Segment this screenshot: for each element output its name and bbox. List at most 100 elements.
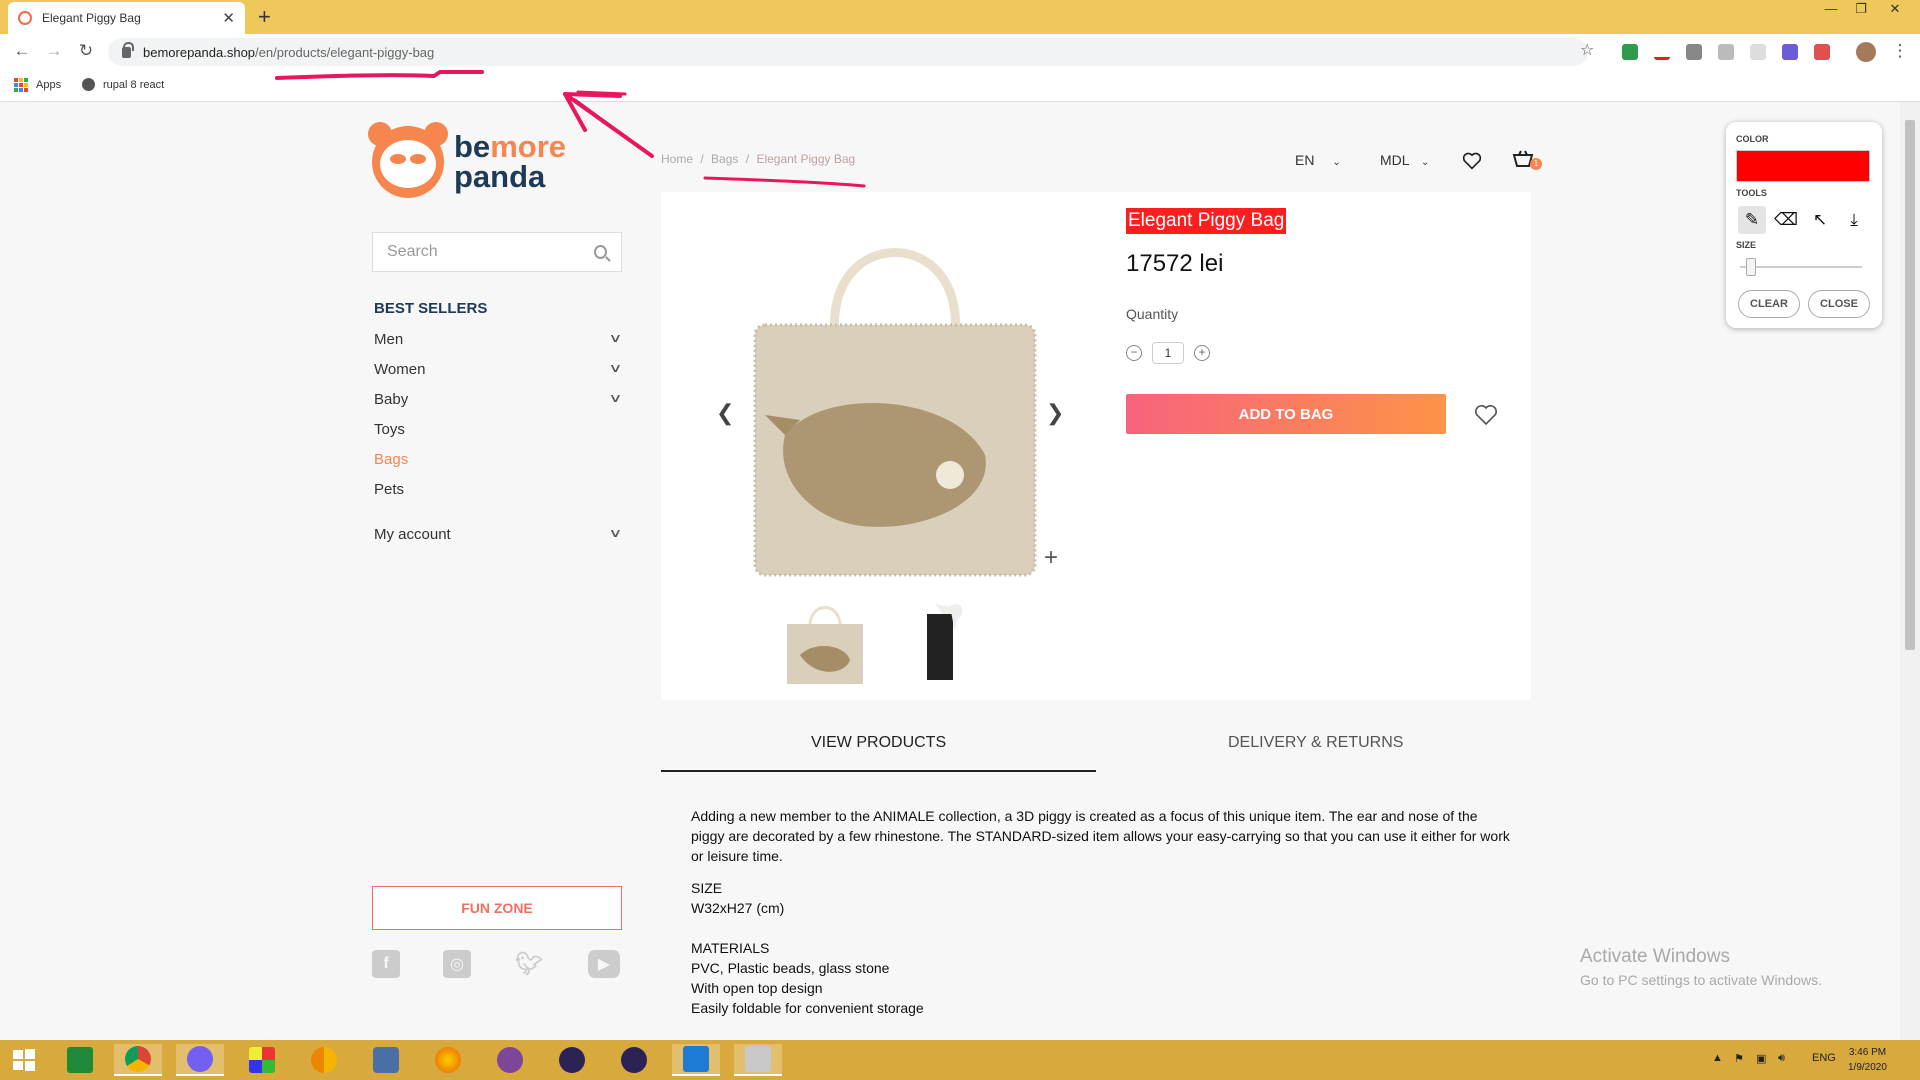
cart-icon[interactable]: 1 (1512, 150, 1542, 170)
best-sellers-heading: BEST SELLERS (374, 300, 488, 317)
globe-icon (82, 78, 95, 91)
eclipse-icon[interactable] (610, 1044, 658, 1076)
chevron-down-icon[interactable]: ∨ (609, 331, 623, 348)
firefox-icon[interactable] (424, 1044, 472, 1076)
sidebar-item-bags[interactable]: Bags (374, 451, 620, 468)
color-label: COLOR (1736, 134, 1769, 144)
sidebar-item-women[interactable]: Women ∨ (374, 361, 623, 378)
thumbnail-2[interactable] (905, 600, 985, 684)
profile-avatar[interactable] (1856, 42, 1876, 62)
facebook-icon[interactable]: f (372, 950, 400, 978)
tab-close-icon[interactable]: ✕ (222, 9, 235, 27)
sidebar-item-toys[interactable]: Toys (374, 421, 620, 438)
scrollbar-thumb[interactable] (1905, 120, 1915, 650)
tab-view-products[interactable]: VIEW PRODUCTS (811, 734, 946, 752)
sidebar-item-men[interactable]: Men ∨ (374, 331, 623, 348)
camera-extension-icon[interactable] (1686, 44, 1702, 60)
instagram-icon[interactable]: ◎ (443, 950, 471, 978)
sidebar-item-my-account[interactable]: My account ∨ (374, 526, 623, 543)
quantity-label: Quantity (1126, 306, 1179, 322)
back-icon[interactable]: ← (10, 40, 34, 64)
marker-extension-icon[interactable] (1814, 44, 1830, 60)
twitter-icon[interactable]: 🐦︎ (515, 950, 543, 978)
minimize-button[interactable]: — (1816, 0, 1846, 20)
browser-tab[interactable]: Elegant Piggy Bag ✕ (8, 2, 245, 34)
restore-button[interactable]: ❐ (1846, 0, 1876, 20)
cart-count-badge: 1 (1530, 158, 1542, 170)
pointer-tool-icon[interactable]: ↖ (1806, 206, 1834, 234)
tray-chevron-up-icon[interactable]: ▲ (1712, 1052, 1723, 1064)
bookmark-rupal[interactable]: rupal 8 react (82, 78, 164, 91)
tor-browser-icon[interactable] (486, 1044, 534, 1076)
size-slider-handle[interactable] (1746, 258, 1756, 276)
rubik-app-icon[interactable] (238, 1044, 286, 1076)
input-language[interactable]: ENG (1812, 1052, 1836, 1064)
close-button[interactable]: CLOSE (1808, 290, 1870, 318)
pen-extension-icon[interactable] (1654, 44, 1670, 60)
language-select[interactable]: EN ⌄ (1295, 152, 1341, 168)
product-image[interactable] (745, 205, 1045, 585)
vscode-icon[interactable] (672, 1044, 720, 1076)
eraser-tool-icon[interactable]: ⌫ (1772, 206, 1800, 234)
window-close-button[interactable]: ✕ (1880, 0, 1910, 20)
increment-button[interactable]: + (1194, 345, 1210, 361)
search-icon[interactable] (594, 245, 607, 259)
add-to-bag-button[interactable]: ADD TO BAG (1126, 394, 1446, 434)
tab-title: Elegant Piggy Bag (42, 11, 141, 25)
fun-zone-button[interactable]: FUN ZONE (372, 886, 622, 930)
menu-icon[interactable]: ⋮ (1888, 40, 1912, 64)
forward-icon[interactable]: → (42, 40, 66, 64)
chrome-canary-icon[interactable] (300, 1044, 348, 1076)
wishlist-heart-icon[interactable] (1462, 152, 1482, 170)
size-slider-track[interactable] (1740, 266, 1862, 268)
tab-delivery-returns[interactable]: DELIVERY & RETURNS (1228, 734, 1403, 752)
page-scrollbar[interactable] (1900, 102, 1920, 1040)
store-icon[interactable] (56, 1044, 104, 1076)
extension-icon[interactable] (1782, 44, 1798, 60)
pencil-tool-icon[interactable]: ✎ (1738, 206, 1766, 234)
file-manager-icon[interactable] (734, 1044, 782, 1076)
breadcrumb-home[interactable]: Home (661, 152, 693, 166)
sidebar-item-pets[interactable]: Pets (374, 481, 620, 498)
decrement-button[interactable]: − (1126, 345, 1142, 361)
chevron-down-icon[interactable]: ∨ (609, 526, 623, 543)
new-tab-button[interactable]: + (258, 4, 271, 30)
bookmark-label: rupal 8 react (103, 78, 165, 91)
viber-icon[interactable] (176, 1044, 224, 1076)
virtualbox-icon[interactable] (362, 1044, 410, 1076)
reload-icon[interactable]: ↻ (74, 40, 98, 64)
system-clock[interactable]: 3:46 PM 1/9/2020 (1848, 1045, 1887, 1075)
volume-icon[interactable]: 🔊︎ (1778, 1052, 1785, 1065)
next-image-icon[interactable]: ❯ (1046, 400, 1064, 426)
thumbnail-1[interactable] (785, 600, 865, 684)
flag-icon[interactable]: ⚑ (1734, 1052, 1744, 1065)
eclipse-icon[interactable] (548, 1044, 596, 1076)
youtube-icon[interactable]: ▶ (588, 950, 620, 978)
bookmark-apps[interactable]: Apps (14, 78, 61, 92)
chrome-icon[interactable] (114, 1044, 162, 1076)
extension-icon[interactable] (1750, 44, 1766, 60)
lock-icon (122, 41, 134, 58)
color-swatch[interactable] (1736, 150, 1870, 182)
prev-image-icon[interactable]: ❮ (716, 400, 734, 426)
extension-icon[interactable] (1622, 44, 1638, 60)
breadcrumb: Home / Bags / Elegant Piggy Bag (661, 152, 856, 166)
currency-select[interactable]: MDL ⌄ (1380, 152, 1429, 168)
breadcrumb-bags[interactable]: Bags (711, 152, 738, 166)
site-logo[interactable]: bemore panda (368, 122, 566, 198)
sidebar-item-baby[interactable]: Baby ∨ (374, 391, 623, 408)
address-bar[interactable]: bemorepanda.shop/en/products/elegant-pig… (108, 38, 1588, 66)
clear-button[interactable]: CLEAR (1738, 290, 1800, 318)
download-icon[interactable]: ⤓ (1840, 206, 1868, 234)
add-to-wishlist-heart-icon[interactable] (1474, 404, 1498, 426)
chevron-down-icon[interactable]: ∨ (609, 361, 623, 378)
chevron-down-icon[interactable]: ∨ (609, 391, 623, 408)
windows-start-icon[interactable] (0, 1044, 48, 1076)
network-icon[interactable]: ▣ (1756, 1052, 1766, 1065)
quantity-value[interactable]: 1 (1152, 342, 1184, 364)
code-extension-icon[interactable] (1718, 44, 1734, 60)
bookmarks-bar: Apps rupal 8 react (0, 70, 1920, 102)
search-input[interactable] (387, 243, 594, 261)
bookmark-star-icon[interactable]: ☆ (1580, 40, 1594, 60)
zoom-plus-icon[interactable]: + (1044, 544, 1058, 572)
